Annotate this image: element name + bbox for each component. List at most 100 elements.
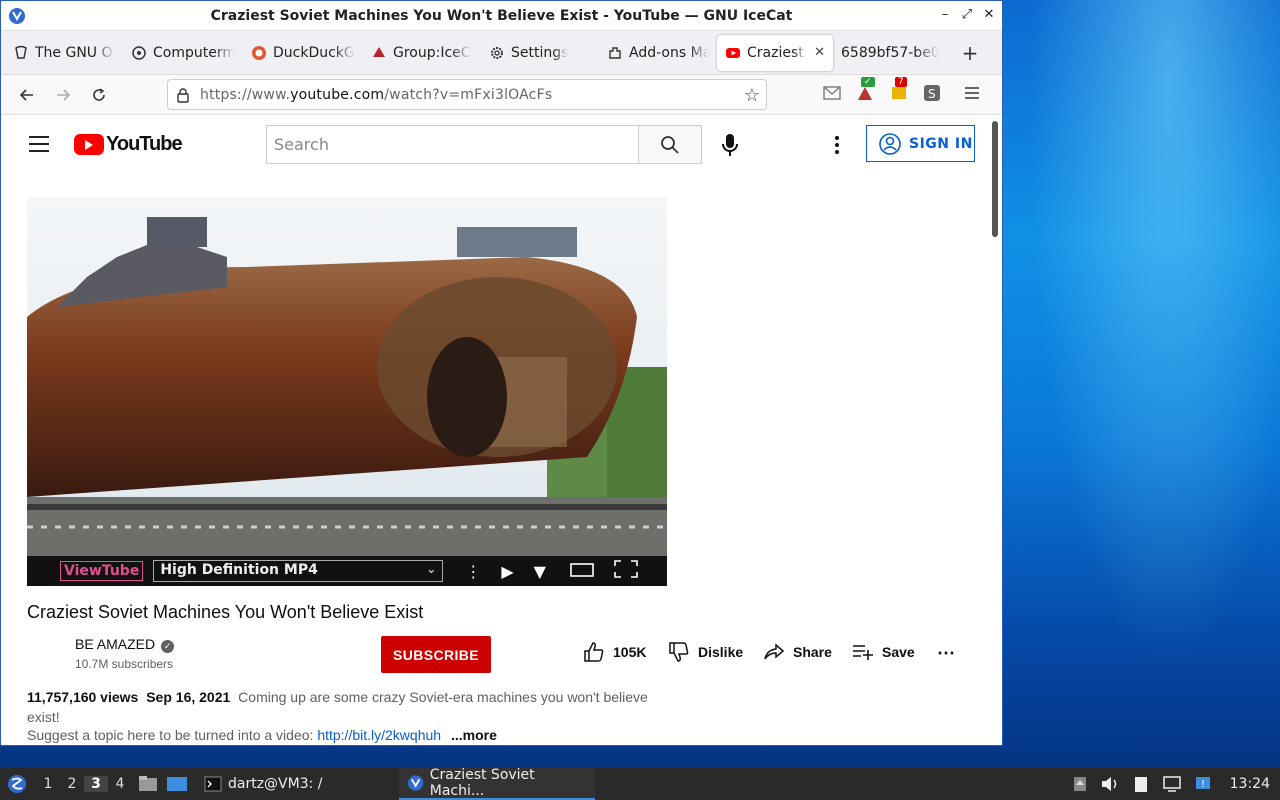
format-select[interactable]: High Definition MP4 ⌄ xyxy=(153,560,444,582)
url-bar[interactable]: https://www.youtube.com/watch?v=mFxi3lOA… xyxy=(167,79,767,110)
new-tab-button[interactable]: + xyxy=(953,41,987,65)
window-titlebar[interactable]: Craziest Soviet Machines You Won't Belie… xyxy=(1,1,1002,31)
minimize-button[interactable]: – xyxy=(938,7,952,23)
description-link[interactable]: http://bit.ly/2kwqhuh xyxy=(317,727,441,743)
search-button[interactable] xyxy=(638,125,702,164)
arrow-left-icon xyxy=(19,88,33,101)
tab-settings[interactable]: Settings xyxy=(481,35,599,71)
save-button[interactable]: Save xyxy=(852,641,915,663)
system-tray: ! 13:24 xyxy=(1072,768,1280,800)
tab-uuid[interactable]: 6589bf57-be0 xyxy=(833,35,953,71)
share-button[interactable]: Share xyxy=(763,641,832,663)
play-icon[interactable]: ▶ xyxy=(501,562,513,581)
tab-label: The GNU Op xyxy=(35,44,115,61)
thumbs-down-icon xyxy=(669,642,689,662)
workspace-4[interactable]: 4 xyxy=(108,776,132,792)
close-window-button[interactable]: ✕ xyxy=(982,7,996,23)
viewtube-controls: ViewTube High Definition MP4 ⌄ ⋮ ▶ ▼ xyxy=(27,556,667,586)
svg-text:!: ! xyxy=(1201,779,1205,790)
svg-text:S: S xyxy=(928,87,936,101)
gear-icon xyxy=(489,45,505,61)
description[interactable]: 11,757,160 views Sep 16, 2021 Coming up … xyxy=(27,687,667,727)
search-icon xyxy=(661,135,679,154)
more-options-icon[interactable]: ⋮ xyxy=(465,562,481,581)
tab-group-icecat[interactable]: Group:IceC xyxy=(363,35,481,71)
workspace-1[interactable]: 1 xyxy=(36,776,60,792)
workspace-3[interactable]: 3 xyxy=(84,776,108,792)
icecat-group-icon xyxy=(371,45,387,61)
browser-task[interactable]: Craziest Soviet Machi... xyxy=(398,767,595,800)
settings-kebab-icon[interactable] xyxy=(831,134,843,156)
chevron-down-icon: ⌄ xyxy=(426,562,437,576)
share-label: Share xyxy=(793,644,832,660)
show-desktop-icon[interactable] xyxy=(166,775,188,793)
download-icon[interactable]: ▼ xyxy=(534,562,546,581)
guide-menu-icon[interactable] xyxy=(29,136,49,157)
lock-icon xyxy=(177,87,189,103)
extension-green-badge-icon[interactable]: ✓ xyxy=(855,77,875,103)
more-actions-icon[interactable]: ⋯ xyxy=(937,643,955,664)
puzzle-icon xyxy=(607,45,623,61)
description-suggest-text: Suggest a topic here to be turned into a… xyxy=(27,727,314,743)
bookmark-star-icon[interactable]: ☆ xyxy=(744,85,760,106)
volume-icon[interactable] xyxy=(1100,775,1120,793)
youtube-header: YouTube Search SIGN IN xyxy=(1,117,1002,173)
taskbar: 1 2 3 4 dartz@VM3: / Craziest Soviet Mac… xyxy=(0,767,1280,800)
start-menu-icon[interactable] xyxy=(6,773,28,795)
subscribe-button[interactable]: SUBSCRIBE xyxy=(381,636,491,673)
format-select-value: High Definition MP4 xyxy=(160,562,318,578)
youtube-icon xyxy=(725,45,741,61)
theater-mode-icon[interactable] xyxy=(570,562,594,581)
gnu-icon xyxy=(13,45,29,61)
viewtube-logo[interactable]: ViewTube xyxy=(60,561,144,581)
badge-text: ✓ xyxy=(861,77,875,87)
forward-button[interactable] xyxy=(45,79,81,111)
window-title: Craziest Soviet Machines You Won't Belie… xyxy=(210,7,793,24)
tab-addons[interactable]: Add-ons Ma xyxy=(599,35,717,71)
extension-red-badge-icon[interactable]: 7 xyxy=(889,77,909,103)
reload-button[interactable] xyxy=(81,79,117,111)
tab-label: Settings xyxy=(511,44,569,61)
web-page: YouTube Search SIGN IN ViewTube High Def… xyxy=(1,117,1002,745)
search-input[interactable]: Search xyxy=(266,125,639,164)
back-button[interactable] xyxy=(9,79,45,111)
terminal-task[interactable]: dartz@VM3: / xyxy=(196,768,331,800)
notification-icon[interactable]: ! xyxy=(1194,775,1212,793)
close-tab-icon[interactable]: ✕ xyxy=(814,45,825,60)
extension-s-icon[interactable]: S xyxy=(923,84,941,102)
clipboard-icon[interactable] xyxy=(1132,775,1150,793)
youtube-logo[interactable]: YouTube xyxy=(74,133,183,156)
tab-strip: The GNU Op Computerm DuckDuckG Group:Ice… xyxy=(1,31,1002,75)
workspace-2[interactable]: 2 xyxy=(60,776,84,792)
video-frame[interactable] xyxy=(27,197,667,557)
like-button[interactable]: 105K xyxy=(583,641,646,663)
tab-computerm[interactable]: Computerm xyxy=(123,35,243,71)
page-scrollbar[interactable] xyxy=(992,121,998,237)
badge-text: 7 xyxy=(895,77,907,87)
show-more-button[interactable]: ...more xyxy=(451,727,497,743)
duckduckgo-icon xyxy=(251,45,267,61)
tab-label: Craziest S xyxy=(747,44,808,61)
tab-duckduckgo[interactable]: DuckDuckG xyxy=(243,35,363,71)
tab-gnu[interactable]: The GNU Op xyxy=(5,35,123,71)
file-manager-icon[interactable] xyxy=(138,775,158,793)
network-icon[interactable] xyxy=(1162,775,1182,793)
eject-icon[interactable] xyxy=(1072,775,1088,793)
app-menu-icon[interactable] xyxy=(963,85,981,101)
upload-date: Sep 16, 2021 xyxy=(146,689,231,705)
arrow-right-icon xyxy=(57,88,71,101)
tab-youtube-active[interactable]: Craziest S ✕ xyxy=(717,34,833,71)
fullscreen-icon[interactable] xyxy=(614,560,638,582)
terminal-icon xyxy=(204,776,222,792)
channel-name[interactable]: BE AMAZED ✓ xyxy=(75,636,175,653)
maximize-button[interactable]: ⤢ xyxy=(960,7,974,23)
dislike-button[interactable]: Dislike xyxy=(668,641,743,663)
clock[interactable]: 13:24 xyxy=(1230,776,1270,792)
extension-toolbar: ✓ 7 S xyxy=(823,77,981,103)
video-player[interactable]: ViewTube High Definition MP4 ⌄ ⋮ ▶ ▼ xyxy=(27,197,667,586)
tab-label: Group:IceC xyxy=(393,44,471,61)
mail-icon[interactable] xyxy=(823,86,841,100)
microphone-icon[interactable] xyxy=(718,131,742,159)
sign-in-button[interactable]: SIGN IN xyxy=(866,125,975,162)
add-to-playlist-icon xyxy=(853,645,873,660)
